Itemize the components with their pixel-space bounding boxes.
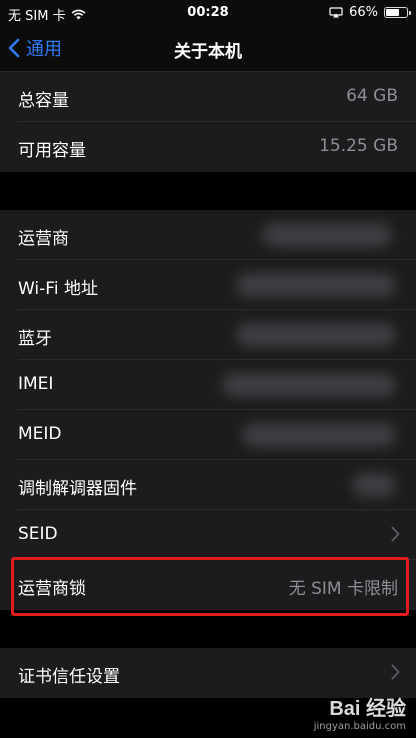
row-seid[interactable]: SEID <box>0 510 416 560</box>
row-label: MEID <box>18 424 62 444</box>
chevron-right-icon <box>391 664 400 680</box>
redacted-value <box>242 423 396 447</box>
watermark-url: jingyan.baidu.com <box>313 721 406 732</box>
row-label: SEID <box>18 524 58 544</box>
row-carrier-lock: 运营商锁 无 SIM 卡限制 <box>0 560 416 610</box>
battery-percent: 66% <box>349 5 378 20</box>
battery-fill <box>386 9 399 16</box>
row-meid: MEID <box>0 410 416 460</box>
watermark-brand: Bai 经验 <box>329 698 406 720</box>
status-right: 66% <box>329 5 411 20</box>
row-label: 运营商 <box>18 229 69 249</box>
battery-icon <box>384 7 411 18</box>
chevron-right-icon <box>391 526 400 542</box>
redacted-value <box>236 323 396 347</box>
row-carrier: 运营商 <box>0 210 416 260</box>
redacted-value <box>236 273 396 297</box>
row-value: 无 SIM 卡限制 <box>288 579 398 599</box>
row-label: 调制解调器固件 <box>18 479 137 499</box>
row-label: 运营商锁 <box>18 579 86 599</box>
certificate-group: 证书信任设置 <box>0 648 416 698</box>
row-label: Wi-Fi 地址 <box>18 279 98 299</box>
row-label: 蓝牙 <box>18 329 52 349</box>
row-wifi-address: Wi-Fi 地址 <box>0 260 416 310</box>
row-total-capacity: 总容量 64 GB <box>0 72 416 122</box>
device-info-group: 运营商 Wi-Fi 地址 蓝牙 IMEI MEID 调制解调器固件 SEID 运… <box>0 210 416 610</box>
redacted-value <box>222 373 396 397</box>
row-label: 可用容量 <box>18 141 86 161</box>
row-value: 64 GB <box>346 86 398 106</box>
status-bar: 无 SIM 卡 00:28 66% <box>0 0 416 26</box>
storage-group: 总容量 64 GB 可用容量 15.25 GB <box>0 72 416 172</box>
redacted-value <box>352 473 396 497</box>
row-value: 15.25 GB <box>319 136 398 156</box>
row-bluetooth: 蓝牙 <box>0 310 416 360</box>
row-available-capacity: 可用容量 15.25 GB <box>0 122 416 172</box>
screen-mirror-icon <box>329 7 343 18</box>
row-label: 证书信任设置 <box>18 667 120 687</box>
navigation-bar: 通用 关于本机 <box>0 26 416 72</box>
row-label: 总容量 <box>18 91 69 111</box>
row-certificate-trust-settings[interactable]: 证书信任设置 <box>0 648 416 698</box>
row-imei: IMEI <box>0 360 416 410</box>
watermark: Bai 经验 jingyan.baidu.com <box>314 692 406 732</box>
redacted-value <box>262 223 392 247</box>
page-title: 关于本机 <box>174 42 242 62</box>
row-modem-firmware: 调制解调器固件 <box>0 460 416 510</box>
row-label: IMEI <box>18 374 54 394</box>
